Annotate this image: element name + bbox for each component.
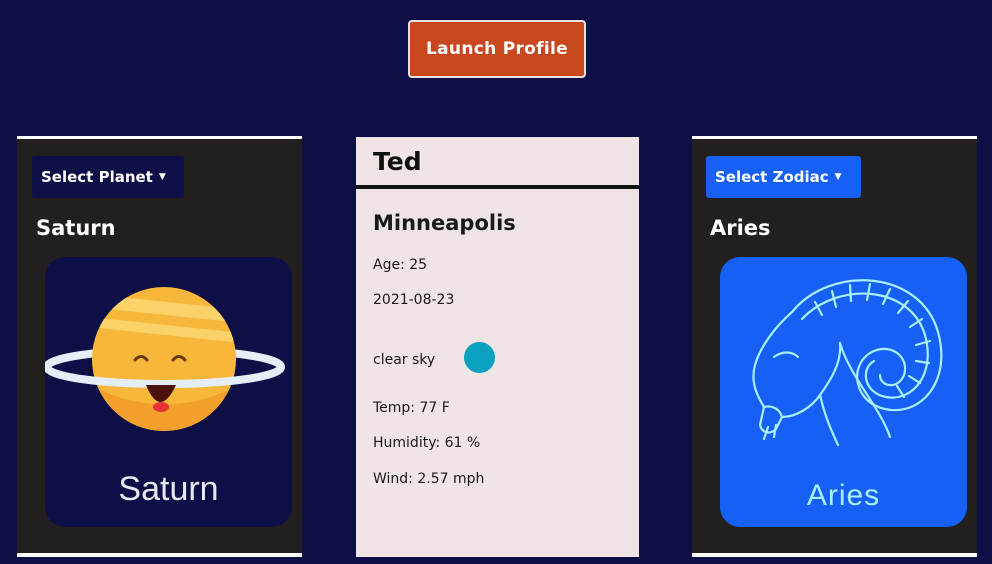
temperature-text: Temp: 77 F	[373, 400, 450, 416]
chevron-down-icon: ▼	[834, 172, 842, 182]
age-text: Age: 25	[373, 257, 428, 273]
planet-heading: Saturn	[36, 216, 116, 240]
zodiac-heading: Aries	[710, 216, 771, 240]
select-zodiac-label: Select Zodiac	[715, 168, 829, 186]
select-planet-dropdown[interactable]: Select Planet ▼	[32, 156, 184, 198]
date-text: 2021-08-23	[373, 292, 455, 308]
launch-profile-button[interactable]: Launch Profile	[408, 20, 586, 78]
zodiac-card: Select Zodiac ▼ Aries Aries	[692, 136, 977, 557]
planet-image: Saturn	[45, 257, 292, 527]
city-name: Minneapolis	[373, 211, 516, 235]
humidity-text: Humidity: 61 %	[373, 435, 481, 451]
weather-description: clear sky	[373, 352, 436, 368]
weather-icon	[464, 342, 495, 373]
wind-text: Wind: 2.57 mph	[373, 471, 485, 487]
zodiac-image-caption: Aries	[806, 479, 881, 512]
planet-card: Select Planet ▼ Saturn Saturn	[17, 136, 302, 557]
select-planet-label: Select Planet	[41, 168, 153, 186]
profile-name: Ted	[356, 137, 639, 189]
planet-image-caption: Saturn	[118, 470, 219, 508]
profile-card: Ted Minneapolis Age: 25 2021-08-23 clear…	[356, 137, 639, 557]
app-stage: Launch Profile Select Planet ▼ Saturn Sa…	[0, 0, 992, 564]
select-zodiac-dropdown[interactable]: Select Zodiac ▼	[706, 156, 861, 198]
zodiac-image: Aries	[720, 257, 967, 527]
chevron-down-icon: ▼	[158, 172, 166, 182]
